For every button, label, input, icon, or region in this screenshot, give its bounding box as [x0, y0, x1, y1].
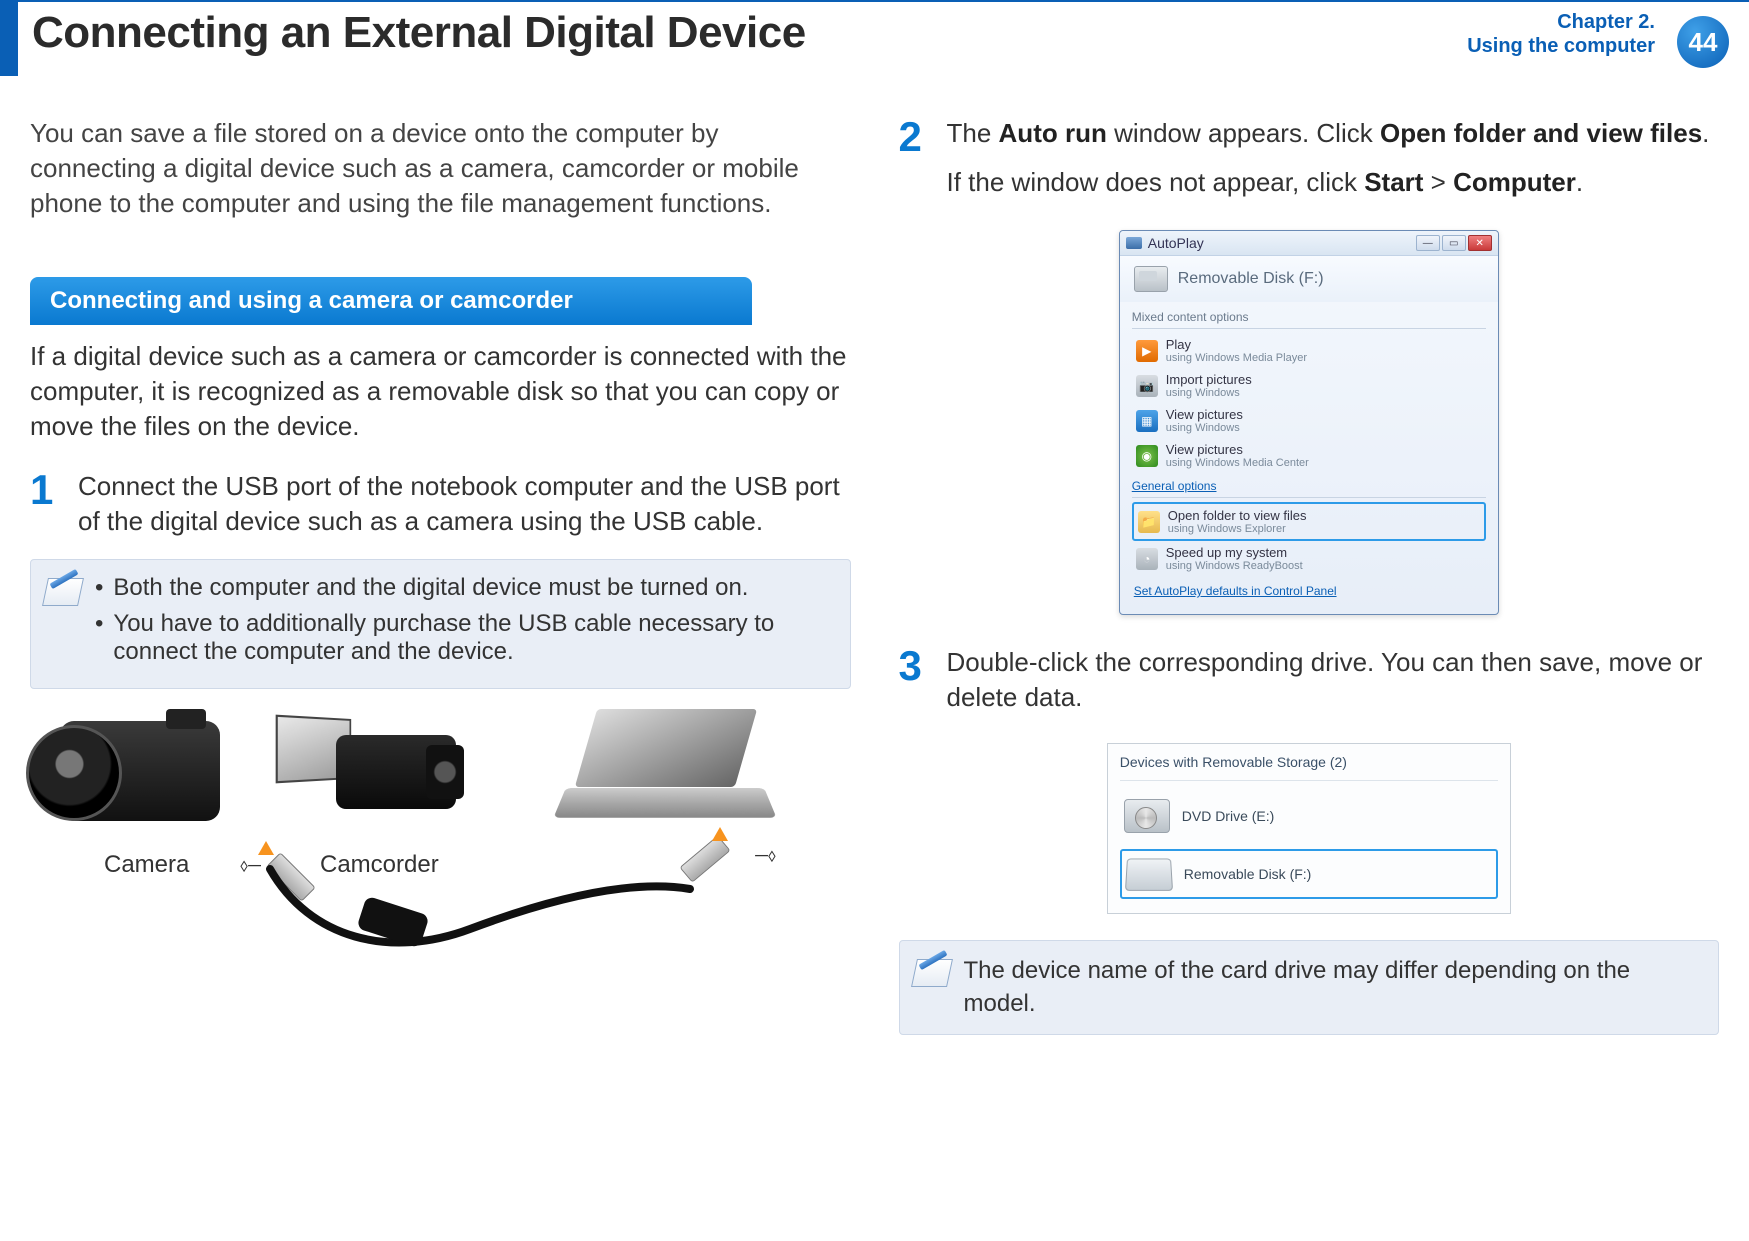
window-app-icon [1126, 237, 1142, 249]
chapter-label: Chapter 2. Using the computer [1467, 10, 1655, 58]
usb-cable-icon [250, 859, 710, 969]
left-column: You can save a file stored on a device o… [30, 116, 851, 1035]
speedometer-icon: ◔ [1136, 548, 1158, 570]
window-controls: — ▭ ✕ [1416, 235, 1492, 251]
removable-disk-label: Removable Disk (F:) [1184, 866, 1312, 882]
step-2-text: The Auto run window appears. Click Open … [947, 116, 1710, 200]
camera-label: Camera [104, 851, 189, 879]
step-2: 2 The Auto run window appears. Click Ope… [899, 116, 1720, 200]
autoplay-section-general: General options [1132, 473, 1486, 495]
dvd-drive-label: DVD Drive (E:) [1182, 808, 1275, 824]
autoplay-option-title: View pictures [1166, 407, 1243, 422]
bullet-icon: • [95, 610, 103, 666]
import-icon: 📷 [1136, 375, 1158, 397]
autoplay-option-title: View pictures [1166, 442, 1309, 457]
note-2-text: The device name of the card drive may di… [964, 955, 1701, 1020]
autoplay-window: AutoPlay — ▭ ✕ Removable Disk (F:) Mixed… [1119, 230, 1499, 615]
autoplay-section-mixed: Mixed content options [1132, 304, 1486, 326]
bold-autorun: Auto run [999, 118, 1107, 148]
autoplay-option-view-windows[interactable]: ▦ View picturesusing Windows [1132, 403, 1486, 438]
gallery-icon: ▦ [1136, 410, 1158, 432]
chapter-line-1: Chapter 2. [1467, 10, 1655, 34]
autoplay-option-view-mediacenter[interactable]: ◉ View picturesusing Windows Media Cente… [1132, 438, 1486, 473]
autoplay-option-title: Speed up my system [1166, 545, 1303, 560]
text-fragment: . [1576, 167, 1583, 197]
dvd-drive-icon [1124, 799, 1170, 833]
page-number-badge: 44 [1677, 16, 1729, 68]
connection-illustration: Camera Camcorder ⬨─ ─⬨ [30, 709, 800, 979]
note-list: • Both the computer and the digital devi… [95, 574, 832, 674]
autoplay-option-readyboost[interactable]: ◔ Speed up my systemusing Windows ReadyB… [1132, 541, 1486, 576]
close-button[interactable]: ✕ [1468, 235, 1492, 251]
text-fragment: . [1702, 118, 1709, 148]
removable-disk-icon [1125, 859, 1173, 891]
step-number-3: 3 [899, 645, 929, 715]
note-icon [45, 578, 81, 606]
arrow-up-icon [712, 827, 728, 841]
window-title: AutoPlay [1148, 235, 1204, 251]
page-content: You can save a file stored on a device o… [0, 76, 1749, 1065]
bold-open-folder: Open folder and view files [1380, 118, 1702, 148]
note-item-2-text: You have to additionally purchase the US… [113, 610, 831, 666]
text-fragment: The [947, 118, 999, 148]
autoplay-option-title: Play [1166, 337, 1307, 352]
minimize-button[interactable]: — [1416, 235, 1440, 251]
camera-icon [60, 721, 220, 821]
autoplay-option-title: Open folder to view files [1168, 508, 1307, 523]
chapter-line-2: Using the computer [1467, 34, 1655, 58]
text-fragment: If the window does not appear, click [947, 167, 1365, 197]
autoplay-option-play[interactable]: ▶ Playusing Windows Media Player [1132, 333, 1486, 368]
autoplay-option-subtitle: using Windows [1166, 422, 1243, 434]
autoplay-header: Removable Disk (F:) [1120, 256, 1498, 302]
page-header: Connecting an External Digital Device Ch… [0, 0, 1749, 76]
section-heading: Connecting and using a camera or camcord… [30, 277, 752, 325]
text-fragment: > [1423, 167, 1453, 197]
header-accent-tab [0, 2, 18, 76]
bold-computer: Computer [1453, 167, 1576, 197]
note-box-1: • Both the computer and the digital devi… [30, 559, 851, 689]
autoplay-defaults-link[interactable]: Set AutoPlay defaults in Control Panel [1132, 576, 1486, 608]
autoplay-option-open-folder[interactable]: 📁 Open folder to view filesusing Windows… [1132, 502, 1486, 541]
page-title: Connecting an External Digital Device [32, 8, 806, 58]
step-1-text: Connect the USB port of the notebook com… [78, 469, 851, 539]
autoplay-option-subtitle: using Windows ReadyBoost [1166, 560, 1303, 572]
note-item-2: • You have to additionally purchase the … [95, 610, 832, 666]
storage-heading: Devices with Removable Storage (2) [1120, 754, 1498, 770]
autoplay-option-import[interactable]: 📷 Import picturesusing Windows [1132, 368, 1486, 403]
note-item-1: • Both the computer and the digital devi… [95, 574, 832, 602]
autoplay-option-title: Import pictures [1166, 372, 1252, 387]
autoplay-option-subtitle: using Windows [1166, 387, 1252, 399]
autoplay-drive-label: Removable Disk (F:) [1178, 270, 1324, 288]
step-number-1: 1 [30, 469, 60, 539]
arrow-up-icon [258, 841, 274, 855]
drive-row-removable[interactable]: Removable Disk (F:) [1120, 849, 1498, 899]
bold-start: Start [1364, 167, 1423, 197]
text-fragment: window appears. Click [1107, 118, 1380, 148]
window-titlebar: AutoPlay — ▭ ✕ [1120, 231, 1498, 256]
right-column: 2 The Auto run window appears. Click Ope… [899, 116, 1720, 1035]
drive-row-dvd[interactable]: DVD Drive (E:) [1120, 793, 1498, 839]
step-3-text: Double-click the corresponding drive. Yo… [947, 645, 1720, 715]
media-center-icon: ◉ [1136, 445, 1158, 467]
play-icon: ▶ [1136, 340, 1158, 362]
usb-symbol-icon: ─⬨ [755, 845, 776, 866]
step-number-2: 2 [899, 116, 929, 200]
bullet-icon: • [95, 574, 103, 602]
step-1: 1 Connect the USB port of the notebook c… [30, 469, 851, 539]
autoplay-option-subtitle: using Windows Media Center [1166, 457, 1309, 469]
note-box-2: The device name of the card drive may di… [899, 940, 1720, 1035]
autoplay-option-subtitle: using Windows Explorer [1168, 523, 1307, 535]
note-item-1-text: Both the computer and the digital device… [113, 574, 748, 602]
section-body: If a digital device such as a camera or … [30, 339, 851, 444]
laptop-icon [560, 709, 770, 839]
note-icon [914, 959, 950, 987]
intro-paragraph: You can save a file stored on a device o… [30, 116, 851, 221]
autoplay-option-subtitle: using Windows Media Player [1166, 352, 1307, 364]
removable-storage-panel: Devices with Removable Storage (2) DVD D… [1107, 743, 1511, 914]
step-3: 3 Double-click the corresponding drive. … [899, 645, 1720, 715]
maximize-button[interactable]: ▭ [1442, 235, 1466, 251]
folder-icon: 📁 [1138, 511, 1160, 533]
camcorder-icon [276, 717, 456, 821]
removable-disk-icon [1134, 266, 1168, 292]
